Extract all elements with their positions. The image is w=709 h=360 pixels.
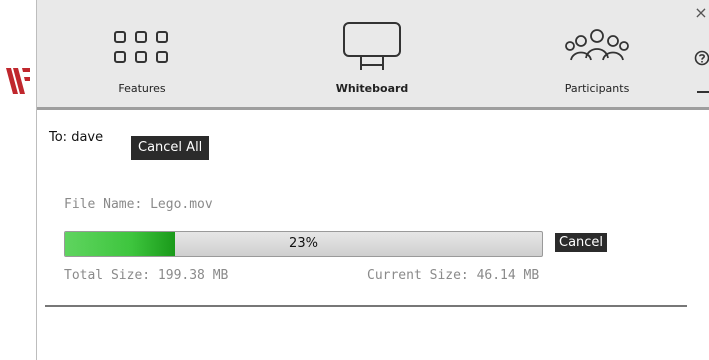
features-button[interactable]: Features <box>97 0 187 107</box>
whiteboard-label: Whiteboard <box>335 82 409 95</box>
whiteboard-button[interactable]: Whiteboard <box>327 0 417 107</box>
participants-icon <box>565 29 629 61</box>
divider <box>45 305 687 307</box>
grid-icon <box>114 31 168 63</box>
current-size-label: Current Size: 46.14 MB <box>367 268 540 283</box>
file-transfer-window: Features Whiteboard Participants × To: d… <box>0 0 709 360</box>
top-toolbar: Features Whiteboard Participants × <box>37 0 709 110</box>
whiteboard-icon <box>343 22 401 70</box>
menu-dash-icon[interactable] <box>697 91 709 93</box>
features-label: Features <box>118 82 166 95</box>
file-name-label: File Name: Lego.mov <box>64 197 213 212</box>
help-icon[interactable] <box>694 50 709 66</box>
transfer-progress-bar: 23% <box>64 231 543 257</box>
brand-logo-icon <box>6 68 30 94</box>
left-brand-strip <box>0 0 37 360</box>
recipient-label: To: dave <box>49 130 104 145</box>
participants-label: Participants <box>564 82 630 95</box>
progress-percent-text: 23% <box>289 236 318 251</box>
cancel-all-button[interactable]: Cancel All <box>131 136 210 160</box>
total-size-label: Total Size: 199.38 MB <box>64 268 229 283</box>
transfer-panel: To: dave Cancel All File Name: Lego.mov … <box>37 110 709 360</box>
close-icon[interactable]: × <box>692 4 709 22</box>
participants-button[interactable]: Participants <box>552 0 642 107</box>
cancel-transfer-button[interactable]: Cancel <box>555 233 608 252</box>
